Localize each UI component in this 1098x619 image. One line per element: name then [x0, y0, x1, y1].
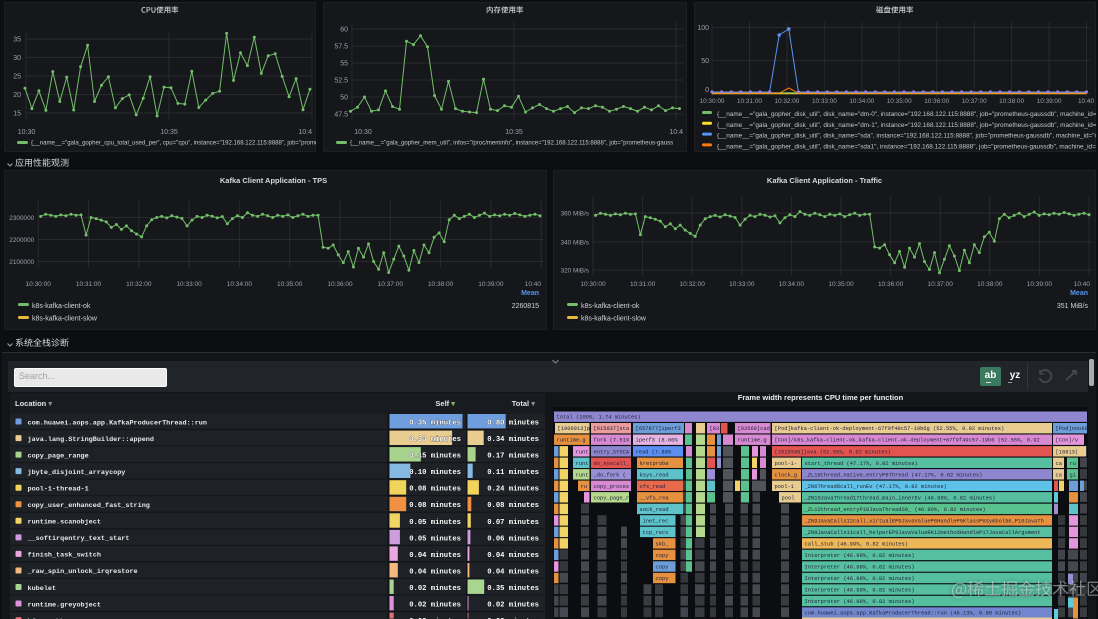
svg-text:skb_: skb_ — [656, 541, 670, 547]
svg-text:read (7.88%: read (7.88% — [636, 449, 672, 455]
svg-text:start_thread (47.17%, 0.82 min: start_thread (47.17%, 0.82 minutes) — [805, 461, 918, 467]
svg-text:_ZN9JavaCalls11call_helperEP9J: _ZN9JavaCalls11call_helperEP9JavaValueRK… — [804, 530, 1041, 536]
svg-text:entry_SYSCA: entry_SYSCA — [594, 449, 630, 455]
svg-text:_ZL12thread_entryP10JavaThread: _ZL12thread_entryP10JavaThreadS0_ (46.99… — [804, 507, 986, 513]
svg-text:ru: ru — [1070, 461, 1076, 467]
svg-text:runt: runt — [576, 461, 589, 467]
svg-text:[2019345]java (52.55%, 0.92 mi: [2019345]java (52.55%, 0.92 minutes) — [775, 449, 891, 455]
svg-text:inet_rec: inet_rec — [643, 518, 669, 524]
svg-text:ca: ca — [1056, 461, 1063, 467]
svg-text:ksys_read: ksys_read — [640, 472, 669, 478]
svg-text:[1906013]p: [1906013]p — [558, 426, 590, 432]
svg-text:_ZL19thread_native_entryP6Thre: _ZL19thread_native_entryP6Thread (47.17%… — [804, 472, 983, 478]
svg-text:tcp_recv: tcp_recv — [643, 530, 670, 536]
svg-text:[Con]/k8s_kafka-client-ok_kafk: [Con]/k8s_kafka-client-ok_kafka-client-o… — [775, 438, 1040, 444]
svg-text:[615037]sta: [615037]sta — [594, 426, 630, 432]
svg-text:[18813(: [18813( — [1056, 449, 1079, 455]
svg-text:Interpreter (46.99%, 0.82 minu: Interpreter (46.99%, 0.82 minutes) — [805, 553, 915, 559]
svg-text:pool-1-: pool-1- — [775, 461, 798, 467]
svg-text:[Pod]nook8: [Pod]nook8 — [1056, 426, 1088, 432]
svg-text:runtime.g: runtime.g — [557, 438, 586, 444]
svg-text:_do_fork (: _do_fork ( — [593, 472, 626, 478]
svg-text:vfs_read: vfs_read — [640, 484, 666, 490]
svg-text:iperf3 (8.06%: iperf3 (8.06% — [636, 438, 679, 444]
svg-text:ca: ca — [1056, 472, 1063, 478]
svg-text:ru: ru — [581, 484, 587, 490]
svg-text:runt: runt — [576, 472, 589, 478]
svg-text:Interpreter (46.99%, 0.82 minu: Interpreter (46.99%, 0.82 minutes) — [805, 565, 915, 571]
svg-text:do_syscall_: do_syscall_ — [594, 461, 630, 467]
svg-text:copy: copy — [656, 553, 670, 559]
svg-text:[Con]/v: [Con]/v — [1056, 438, 1079, 444]
svg-text:runtime.g: runtime.g — [738, 438, 767, 444]
svg-text:__vfs_rea: __vfs_rea — [639, 495, 670, 501]
svg-text:pool: pool — [782, 495, 795, 501]
svg-text:_ZN9JavaCalls12call_virtualEP9: _ZN9JavaCalls12call_virtualEP9JavaValueP… — [804, 518, 1044, 524]
svg-text:[657877]iperf3: [657877]iperf3 — [636, 426, 681, 432]
svg-text:Interpreter (46.99%, 0.82 minu: Interpreter (46.99%, 0.82 minutes) — [805, 588, 915, 594]
svg-text:pool-1: pool-1 — [775, 484, 794, 490]
svg-text:_ZN10JavaThread17thread_main_i: _ZN10JavaThread17thread_main_innerEv (46… — [804, 495, 996, 501]
svg-text:clock_g: clock_g — [775, 472, 798, 478]
svg-text:[Pod]kafka-client-ok-deploymen: [Pod]kafka-client-ok-deployment-67f9f49c… — [775, 426, 1005, 432]
svg-text:sock_read: sock_read — [640, 507, 669, 513]
svg-text:call_stub (46.99%, 0.82 minute: call_stub (46.99%, 0.82 minutes) — [805, 541, 909, 547]
svg-text:fork (7.51%: fork (7.51% — [594, 438, 630, 444]
svg-text:_ZN6Thread8call_runEv (47.17%,: _ZN6Thread8call_runEv (47.17%, 0.82 minu… — [804, 484, 947, 490]
svg-text:[83: [83 — [710, 426, 720, 432]
svg-text:com.huawei.aops.app.KafkaProdu: com.huawei.aops.app.KafkaProducerThread:… — [805, 611, 1022, 617]
svg-text:runt: runt — [576, 449, 589, 455]
svg-text:kretprobe: kretprobe — [640, 461, 669, 467]
svg-text:gi: gi — [1070, 472, 1076, 478]
svg-text:Interpreter (46.99%, 0.82 minu: Interpreter (46.99%, 0.82 minutes) — [805, 576, 915, 582]
svg-text:copy_proces: copy_proces — [594, 484, 630, 490]
svg-text:Interpreter (46.99%, 0.82 minu: Interpreter (46.99%, 0.82 minutes) — [805, 599, 915, 605]
svg-text:copy: copy — [656, 565, 670, 571]
svg-text:copy_page_r: copy_page_r — [594, 495, 630, 501]
svg-text:total (100%, 1.74 minutes): total (100%, 1.74 minutes) — [557, 415, 641, 421]
svg-text:copy: copy — [656, 576, 670, 582]
svg-text:[83569]cad: [83569]cad — [738, 426, 770, 432]
